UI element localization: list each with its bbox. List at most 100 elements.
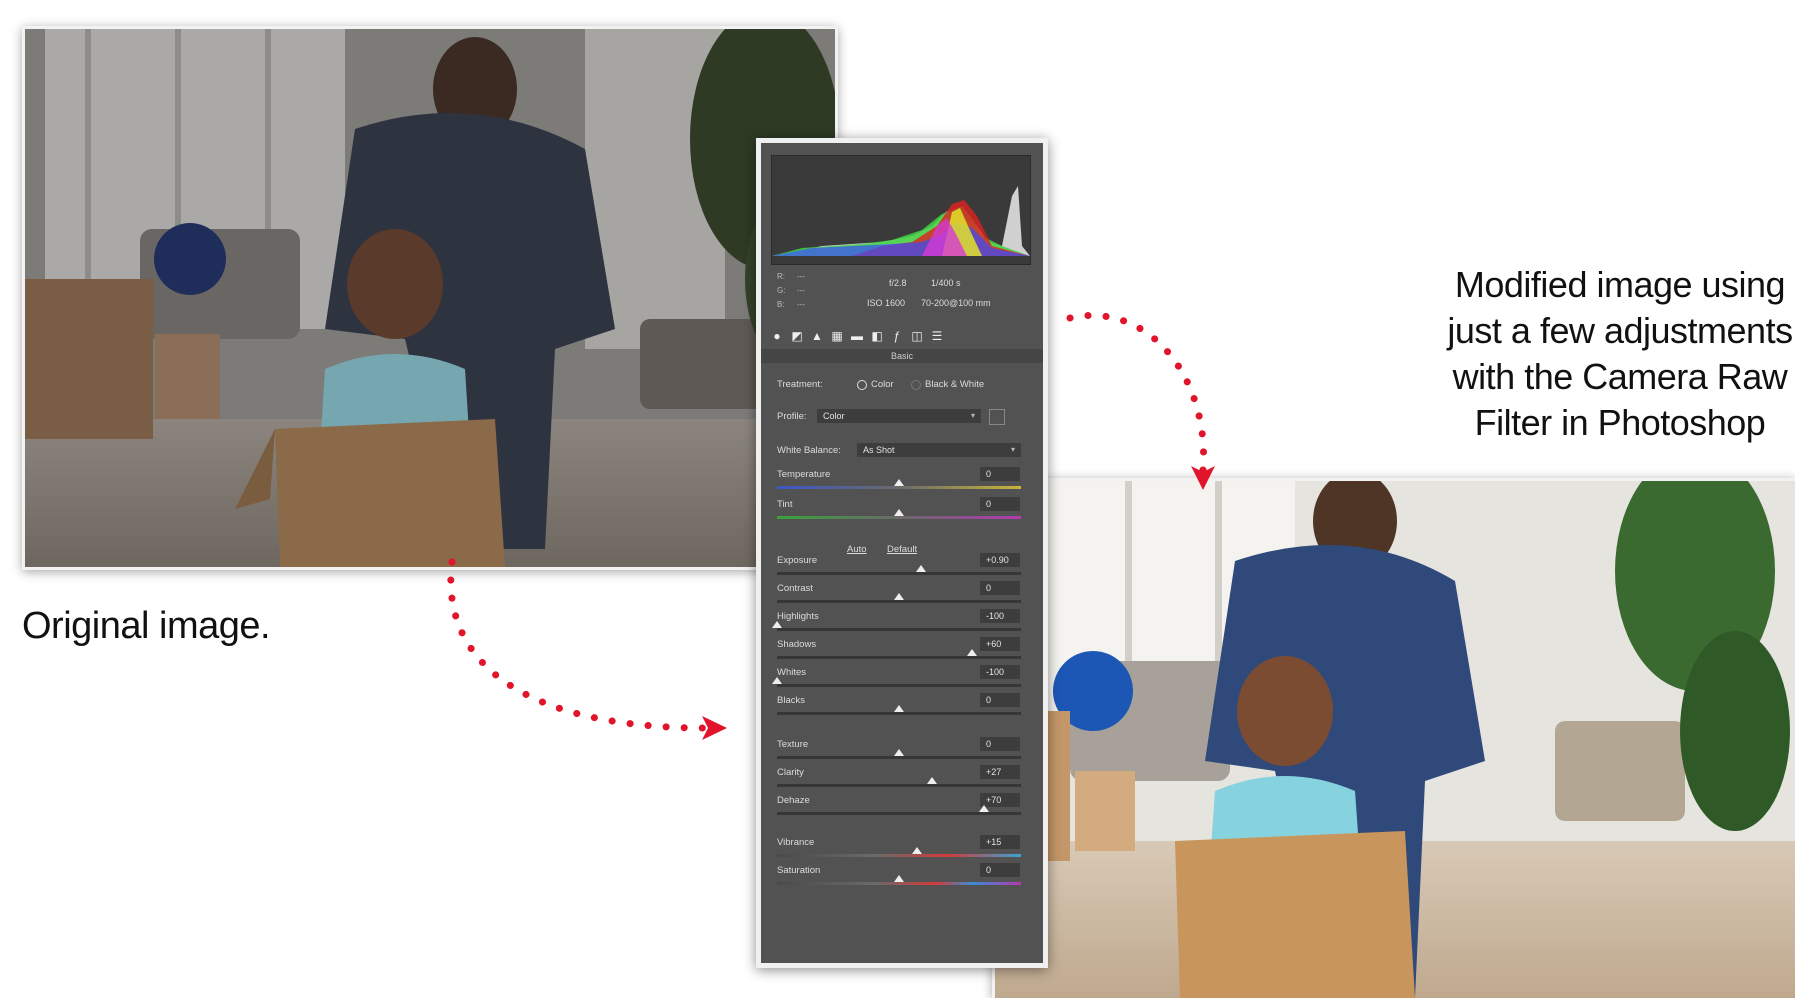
white-balance-dropdown[interactable]: As Shot ▾ bbox=[857, 443, 1021, 457]
slider-thumb-tint[interactable] bbox=[894, 509, 904, 516]
slider-thumb-contrast[interactable] bbox=[894, 593, 904, 600]
original-photo bbox=[22, 26, 838, 570]
slider-track-temperature[interactable] bbox=[777, 479, 1021, 489]
meta-iso: ISO 1600 bbox=[867, 298, 906, 308]
slider-value-blacks[interactable]: 0 bbox=[980, 693, 1020, 707]
slider-value-exposure[interactable]: +0.90 bbox=[980, 553, 1020, 567]
slider-value-temperature[interactable]: 0 bbox=[980, 467, 1020, 481]
hsl-icon[interactable]: ▦ bbox=[829, 328, 845, 344]
slider-thumb-exposure[interactable] bbox=[915, 565, 926, 572]
calibration-icon[interactable]: ◫ bbox=[909, 328, 925, 344]
slider-label-vibrance: Vibrance bbox=[777, 837, 815, 848]
slider-thumb-saturation[interactable] bbox=[894, 875, 904, 882]
slider-label-exposure: Exposure bbox=[777, 555, 818, 566]
slider-thumb-vibrance[interactable] bbox=[912, 847, 923, 854]
modified-photo bbox=[992, 478, 1795, 998]
slider-thumb-clarity[interactable] bbox=[926, 777, 937, 784]
image-metadata: R: G: B: --- --- --- f/2.8 1/400 s ISO 1… bbox=[771, 268, 1029, 320]
arrow-original-to-panel bbox=[447, 558, 719, 732]
treatment-bw-radio[interactable] bbox=[911, 380, 921, 390]
arrowhead-to-panel bbox=[702, 716, 727, 740]
slider-thumb-blacks[interactable] bbox=[894, 705, 904, 712]
slider-value-whites[interactable]: -100 bbox=[980, 665, 1020, 679]
slider-track-highlights[interactable] bbox=[772, 621, 1021, 631]
slider-track-whites[interactable] bbox=[772, 677, 1021, 687]
slider-value-shadows[interactable]: +60 bbox=[980, 637, 1020, 651]
slider-label-saturation: Saturation bbox=[777, 865, 821, 876]
histogram bbox=[771, 155, 1031, 265]
slider-value-highlights[interactable]: -100 bbox=[980, 609, 1020, 623]
slider-track-contrast[interactable] bbox=[777, 593, 1021, 603]
profile-browser-icon[interactable] bbox=[989, 409, 1005, 425]
treatment-label: Treatment: bbox=[777, 379, 823, 390]
slider-track-texture[interactable] bbox=[777, 749, 1021, 759]
slider-label-shadows: Shadows bbox=[777, 639, 817, 650]
modified-photo-illustration bbox=[995, 481, 1795, 998]
section-title: Basic bbox=[761, 349, 1043, 363]
slider-track-shadows[interactable] bbox=[777, 649, 1021, 659]
slider-value-vibrance[interactable]: +15 bbox=[980, 835, 1020, 849]
treatment-color-label: Color bbox=[871, 379, 894, 390]
slider-value-saturation[interactable]: 0 bbox=[980, 863, 1020, 877]
slider-label-dehaze: Dehaze bbox=[777, 795, 810, 806]
slider-track-vibrance[interactable] bbox=[777, 847, 1021, 857]
profile-label: Profile: bbox=[777, 411, 807, 422]
auto-link[interactable]: Auto bbox=[847, 544, 867, 555]
meta-shutter: 1/400 s bbox=[931, 278, 961, 288]
treatment-bw-label: Black & White bbox=[925, 379, 985, 390]
slider-label-contrast: Contrast bbox=[777, 583, 813, 594]
slider-track-dehaze[interactable] bbox=[777, 805, 1021, 815]
slider-value-contrast[interactable]: 0 bbox=[980, 581, 1020, 595]
slider-track-saturation[interactable] bbox=[777, 875, 1021, 885]
modified-caption-line: just a few adjustments bbox=[1447, 310, 1793, 351]
slider-label-highlights: Highlights bbox=[777, 611, 819, 622]
modified-caption-line: Modified image using bbox=[1454, 264, 1786, 305]
panel-tabs: ● ◩ ▲ ▦ ▬ ◧ ƒ ◫ ☰ bbox=[769, 325, 1033, 347]
meta-b-label: B: bbox=[777, 300, 785, 309]
meta-b-value: --- bbox=[797, 300, 805, 309]
lens-corrections-icon[interactable]: ◧ bbox=[869, 328, 885, 344]
split-toning-icon[interactable]: ▬ bbox=[849, 328, 865, 344]
slider-thumb-highlights[interactable] bbox=[772, 621, 782, 628]
slider-label-tint: Tint bbox=[777, 499, 793, 510]
slider-thumb-texture[interactable] bbox=[894, 749, 904, 756]
slider-value-texture[interactable]: 0 bbox=[980, 737, 1020, 751]
modified-caption-line: Filter in Photoshop bbox=[1474, 402, 1766, 443]
presets-icon[interactable]: ☰ bbox=[929, 328, 945, 344]
modified-caption: Modified image using just a few adjustme… bbox=[1440, 262, 1795, 446]
slider-track-exposure[interactable] bbox=[777, 565, 1021, 575]
slider-value-clarity[interactable]: +27 bbox=[980, 765, 1020, 779]
slider-thumb-whites[interactable] bbox=[772, 677, 782, 684]
profile-dropdown[interactable]: Color ▾ bbox=[817, 409, 981, 423]
meta-g-label: G: bbox=[777, 286, 786, 295]
white-balance-label: White Balance: bbox=[777, 445, 841, 456]
meta-aperture: f/2.8 bbox=[889, 278, 907, 288]
basic-panel-icon[interactable]: ● bbox=[769, 328, 785, 344]
meta-r-value: --- bbox=[797, 272, 805, 281]
slider-track-clarity[interactable] bbox=[777, 777, 1021, 787]
slider-thumb-dehaze[interactable] bbox=[979, 805, 990, 812]
original-caption: Original image. bbox=[22, 605, 271, 647]
chevron-down-icon: ▾ bbox=[970, 411, 975, 420]
original-photo-illustration bbox=[25, 29, 835, 567]
camera-raw-panel: R: G: B: --- --- --- f/2.8 1/400 s ISO 1… bbox=[756, 138, 1048, 968]
slider-label-clarity: Clarity bbox=[777, 767, 804, 778]
slider-thumb-temperature[interactable] bbox=[894, 479, 904, 486]
slider-label-blacks: Blacks bbox=[777, 695, 805, 706]
slider-value-tint[interactable]: 0 bbox=[980, 497, 1020, 511]
treatment-color-radio[interactable] bbox=[857, 380, 867, 390]
slider-track-tint[interactable] bbox=[777, 509, 1021, 519]
modified-caption-line: with the Camera Raw bbox=[1452, 356, 1788, 397]
chevron-down-icon: ▾ bbox=[1010, 445, 1015, 454]
default-link[interactable]: Default bbox=[887, 544, 917, 555]
tone-curve-icon[interactable]: ◩ bbox=[789, 328, 805, 344]
effects-icon[interactable]: ƒ bbox=[889, 328, 905, 344]
white-balance-value: As Shot bbox=[863, 445, 895, 455]
meta-g-value: --- bbox=[797, 286, 805, 295]
slider-label-texture: Texture bbox=[777, 739, 809, 750]
profile-value: Color bbox=[823, 411, 845, 421]
slider-thumb-shadows[interactable] bbox=[967, 649, 978, 656]
slider-track-blacks[interactable] bbox=[777, 705, 1021, 715]
arrow-panel-to-modified bbox=[1066, 312, 1208, 474]
detail-icon[interactable]: ▲ bbox=[809, 328, 825, 344]
